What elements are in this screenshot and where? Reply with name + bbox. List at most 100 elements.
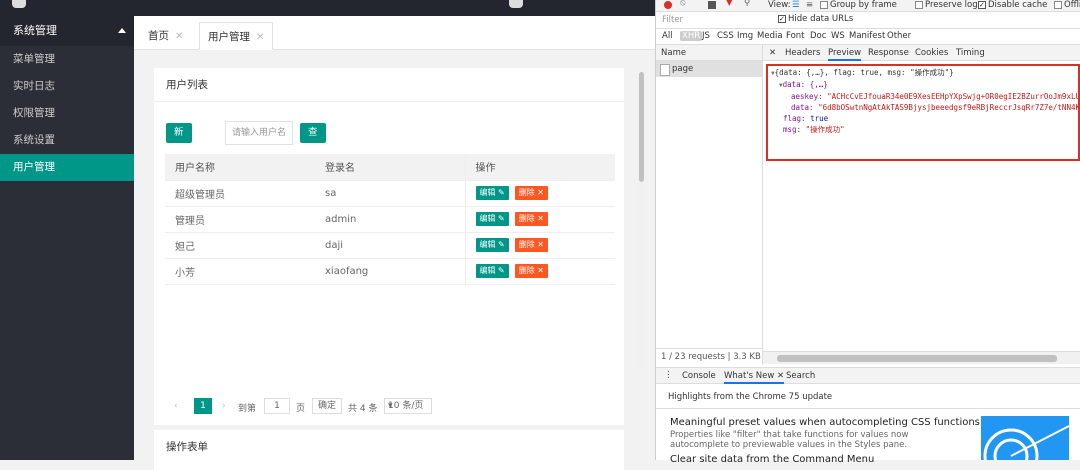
table-row: 小芳 xiaofang 编辑 ✎ 删除 ✕ bbox=[165, 258, 615, 285]
edit-button[interactable]: 编辑 ✎ bbox=[475, 212, 509, 226]
type-filter-img[interactable]: Img bbox=[737, 31, 753, 41]
type-filter-ws[interactable]: WS bbox=[831, 31, 845, 41]
search-input[interactable]: 请输入用户名 bbox=[225, 121, 293, 145]
disable-cache-checkbox[interactable]: Disable cache bbox=[978, 0, 1047, 10]
sidebar-group-label: 系统管理 bbox=[13, 24, 57, 37]
checkbox-box bbox=[1054, 0, 1062, 9]
close-icon[interactable]: ✕ bbox=[175, 31, 183, 42]
checkbox-label: Group by frame bbox=[830, 0, 897, 10]
sidebar-item-log[interactable]: 实时日志 bbox=[0, 73, 134, 100]
preview-value: "操作成功" bbox=[805, 125, 845, 134]
edit-button[interactable]: 编辑 ✎ bbox=[475, 264, 509, 278]
goto-confirm-button[interactable]: 确定 bbox=[312, 398, 342, 414]
type-filter-js[interactable]: JS bbox=[702, 31, 710, 41]
close-icon[interactable]: ✕ bbox=[769, 45, 776, 61]
offline-checkbox[interactable]: Offli bbox=[1054, 0, 1080, 10]
group-by-frame-checkbox[interactable]: Group by frame bbox=[820, 0, 897, 10]
tab-cookies[interactable]: Cookies bbox=[915, 45, 948, 61]
preview-value: "6d8bOSwtnNgAtAkTAS9Bjysjbeeedgsf9eRBjRe… bbox=[818, 103, 1080, 112]
feature-illustration-icon bbox=[981, 416, 1070, 470]
sidebar-item-permission[interactable]: 权限管理 bbox=[0, 100, 134, 127]
record-icon[interactable] bbox=[664, 1, 672, 9]
camera-icon[interactable] bbox=[708, 1, 716, 9]
type-filter-font[interactable]: Font bbox=[786, 31, 805, 41]
drawer-tab-search[interactable]: Search bbox=[786, 371, 815, 381]
edit-button[interactable]: 编辑 ✎ bbox=[475, 186, 509, 200]
column-header-name: 用户名称 bbox=[165, 154, 315, 181]
search-button[interactable]: 查询 bbox=[300, 123, 326, 176]
feature-heading[interactable]: Meaningful preset values when autocomple… bbox=[670, 417, 980, 428]
type-filter-media[interactable]: Media bbox=[757, 31, 783, 41]
preview-key: aeskey: bbox=[791, 92, 828, 101]
filter-icon[interactable]: ▼ bbox=[726, 0, 733, 8]
table-row: 管理员 admin 编辑 ✎ 删除 ✕ bbox=[165, 206, 615, 233]
delete-button[interactable]: 删除 ✕ bbox=[514, 186, 548, 200]
cell-login: admin bbox=[315, 206, 465, 233]
preserve-log-checkbox[interactable]: Preserve log bbox=[915, 0, 978, 10]
type-filter-all[interactable]: All bbox=[662, 31, 673, 41]
filter-input[interactable]: Filter bbox=[662, 15, 683, 25]
checkbox-box bbox=[778, 14, 786, 23]
tab-home[interactable]: 首页 ✕ bbox=[140, 22, 191, 50]
view-label: View: bbox=[768, 0, 791, 10]
type-filter-css[interactable]: CSS bbox=[717, 31, 734, 41]
preview-key: data: bbox=[791, 103, 819, 112]
delete-button[interactable]: 删除 ✕ bbox=[514, 264, 548, 278]
add-button[interactable]: 新增 + bbox=[166, 123, 192, 179]
more-icon[interactable]: ⋮ bbox=[664, 370, 673, 380]
logo-icon-right bbox=[509, 0, 523, 8]
edit-button[interactable]: 编辑 ✎ bbox=[475, 238, 509, 252]
whats-new-panel: Highlights from the Chrome 75 update Mea… bbox=[656, 384, 1080, 470]
page-size-select[interactable]: 10 条/页 ▾ bbox=[384, 398, 432, 414]
sidebar-group-header[interactable]: 系统管理 bbox=[0, 16, 134, 46]
caret-up-icon bbox=[118, 28, 126, 33]
request-row[interactable]: page bbox=[656, 61, 762, 77]
preview-root-line[interactable]: ▼{data: {,…}, flag: true, msg: "操作成功"} bbox=[771, 67, 1075, 79]
checkbox-box bbox=[978, 0, 986, 9]
preview-key: flag: bbox=[783, 114, 811, 123]
delete-button[interactable]: 删除 ✕ bbox=[514, 212, 548, 226]
waterfall-view-icon[interactable]: ≡ bbox=[806, 0, 813, 10]
close-icon[interactable]: ✕ bbox=[256, 32, 264, 43]
tab-preview[interactable]: Preview bbox=[828, 45, 862, 61]
list-view-icon[interactable]: ☰ bbox=[792, 0, 800, 10]
main-content: 用户列表 新增 + 请输入用户名 查询 用户名称 登录名 操作 超级管理员 sa bbox=[134, 50, 655, 470]
type-filter-xhr[interactable]: XHR bbox=[680, 31, 703, 41]
sidebar-item-menu[interactable]: 菜单管理 bbox=[0, 46, 134, 73]
drawer-tab-whats-new[interactable]: What's New ✕ bbox=[724, 371, 785, 384]
preview-data-line[interactable]: ▼data: {,…} bbox=[771, 79, 1075, 91]
app-topbar bbox=[0, 0, 655, 16]
column-header-login: 登录名 bbox=[315, 154, 465, 181]
scrollbar-thumb[interactable] bbox=[777, 355, 1057, 362]
page-current[interactable]: 1 bbox=[194, 398, 212, 414]
search-icon[interactable]: ⚲ bbox=[744, 0, 750, 8]
tab-timing[interactable]: Timing bbox=[956, 45, 985, 61]
tab-bar: 首页 ✕ 用户管理 ✕ bbox=[134, 16, 655, 50]
tab-headers[interactable]: Headers bbox=[785, 45, 820, 61]
type-filter-other[interactable]: Other bbox=[887, 31, 911, 41]
delete-button[interactable]: 删除 ✕ bbox=[514, 238, 548, 252]
type-filter-manifest[interactable]: Manifest bbox=[849, 31, 885, 41]
tab-response[interactable]: Response bbox=[868, 45, 909, 61]
edit-label: 编辑 bbox=[479, 240, 496, 249]
clear-icon[interactable]: ⦸ bbox=[680, 0, 686, 8]
feature-description: Properties like "filter" that take funct… bbox=[670, 430, 909, 450]
scrollbar-thumb[interactable] bbox=[639, 72, 644, 182]
drawer-tab-console[interactable]: Console bbox=[682, 371, 716, 381]
name-column-header[interactable]: Name bbox=[656, 45, 762, 61]
cell-name: 小芳 bbox=[165, 258, 315, 285]
type-filter-row: All XHR JS CSS Img Media Font Doc WS Man… bbox=[656, 29, 1080, 45]
type-filter-doc[interactable]: Doc bbox=[810, 31, 826, 41]
sidebar-item-settings[interactable]: 系统设置 bbox=[0, 127, 134, 154]
chevron-left-icon[interactable]: ‹ bbox=[174, 401, 178, 411]
sidebar-item-users[interactable]: 用户管理 bbox=[0, 154, 134, 181]
content-scrollbar[interactable] bbox=[638, 68, 645, 368]
close-icon[interactable]: ✕ bbox=[777, 371, 784, 381]
devtools-panel: ⦸ ▼ ⚲ View: ☰ ≡ Group by frame Preserve … bbox=[655, 0, 1080, 470]
chevron-right-icon[interactable]: › bbox=[222, 401, 226, 411]
card-title: 用户列表 bbox=[154, 68, 624, 102]
preview-hscrollbar[interactable] bbox=[763, 351, 1080, 364]
goto-page-input[interactable]: 1 bbox=[264, 398, 290, 414]
tab-user-management[interactable]: 用户管理 ✕ bbox=[199, 22, 274, 50]
hide-data-urls-checkbox[interactable]: Hide data URLs bbox=[778, 14, 853, 24]
